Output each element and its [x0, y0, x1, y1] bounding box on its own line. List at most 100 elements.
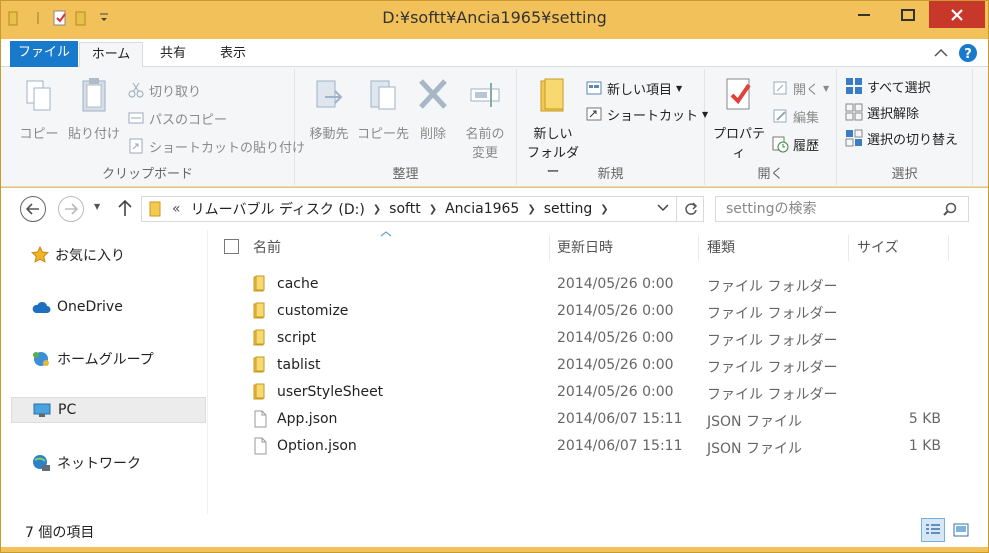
forward-button[interactable] [58, 196, 84, 222]
history-button[interactable]: 履歴 [771, 133, 819, 155]
close-icon [951, 8, 963, 21]
paste-shortcut-label: ショートカットの貼り付け [149, 140, 306, 156]
address-dropdown-button[interactable] [656, 200, 670, 218]
refresh-button[interactable] [676, 197, 704, 221]
nav-onedrive[interactable]: OneDrive [11, 294, 206, 320]
file-date: 2014/06/07 15:11 [557, 438, 683, 454]
folder-row[interactable]: script 2014/05/26 0:00 ファイル フォルダー [247, 326, 967, 353]
address-row: ▼ « リムーバブル ディスク (D:) ❯ softt ❯ Ancia1965… [1, 188, 988, 230]
address-bar[interactable]: « リムーバブル ディスク (D:) ❯ softt ❯ Ancia1965 ❯… [141, 196, 704, 222]
breadcrumb-separator-icon[interactable]: ❯ [597, 204, 611, 215]
select-all-button[interactable]: すべて選択 [845, 75, 931, 97]
nav-label: お気に入り [55, 248, 125, 264]
nav-favorites[interactable]: お気に入り [11, 242, 206, 268]
group-new: 新しい フォルダー 新しい項目 ▼ ショートカット ▼ 新規 [517, 69, 708, 185]
new-item-label: 新しい項目 [607, 82, 673, 98]
up-button[interactable] [117, 199, 133, 220]
tab-home[interactable]: ホーム [79, 42, 143, 69]
copy-label: コピー [19, 127, 59, 142]
arrow-right-icon [65, 203, 78, 215]
open-button[interactable]: 開く ▼ [771, 77, 829, 99]
folder-row[interactable]: cache 2014/05/26 0:00 ファイル フォルダー [247, 272, 967, 299]
breadcrumb-setting[interactable]: setting [539, 201, 598, 217]
large-icons-view-button[interactable] [949, 518, 973, 542]
select-all-label: すべて選択 [867, 80, 931, 96]
paste-button[interactable]: 貼り付け [65, 75, 123, 142]
edit-button[interactable]: 編集 [771, 105, 819, 127]
move-to-button[interactable]: 移動先 [301, 75, 357, 142]
open-icon [773, 81, 787, 95]
search-input[interactable]: settingの検索 [715, 196, 969, 222]
copy-to-button[interactable]: コピー先 [355, 75, 411, 142]
copy-path-button[interactable]: パスのコピー [127, 107, 227, 129]
copy-path-icon [128, 112, 144, 124]
cloud-icon [32, 301, 51, 313]
group-select: すべて選択 選択解除 選択の切り替え 選択 [837, 69, 973, 185]
column-header-name[interactable]: 名前 [247, 235, 550, 261]
breadcrumb-separator-icon[interactable]: ❯ [370, 204, 384, 215]
shortcut-button[interactable]: ショートカット ▼ [585, 103, 708, 125]
back-button[interactable] [20, 196, 46, 222]
chevron-up-icon[interactable] [934, 48, 948, 58]
edit-label: 編集 [793, 110, 820, 126]
breadcrumb-softt[interactable]: softt [384, 201, 426, 217]
cut-button[interactable]: 切り取り [127, 79, 201, 101]
maximize-button[interactable] [887, 1, 929, 28]
folder-row[interactable]: customize 2014/05/26 0:00 ファイル フォルダー [247, 299, 967, 326]
file-name: script [277, 330, 317, 346]
tab-file[interactable]: ファイル [10, 41, 78, 67]
folder-icon [252, 383, 268, 405]
help-icon[interactable]: ? [958, 43, 978, 63]
file-row[interactable]: App.json 2014/06/07 15:11 JSON ファイル 5 KB [247, 407, 967, 434]
select-none-button[interactable]: 選択解除 [845, 101, 919, 123]
column-header-size[interactable]: サイズ [851, 235, 949, 261]
recent-locations-button[interactable]: ▼ [94, 202, 100, 211]
rename-button[interactable]: 名前の 変更 [457, 75, 513, 161]
copy-to-icon [370, 80, 396, 110]
file-name: tablist [277, 357, 321, 373]
breadcrumb-overflow[interactable]: « [164, 201, 186, 217]
nav-label: ネットワーク [57, 456, 141, 472]
details-view-button[interactable] [921, 518, 945, 542]
properties-label: プロパティ [712, 127, 765, 161]
breadcrumb-ancia[interactable]: Ancia1965 [440, 201, 524, 217]
shortcut-icon [586, 107, 602, 121]
file-type: ファイル フォルダー [707, 279, 838, 295]
column-header-type[interactable]: 種類 [701, 235, 849, 261]
group-open: プロパティ 開く ▼ 編集 履歴 開く [705, 69, 837, 185]
file-date: 2014/05/26 0:00 [557, 330, 674, 346]
delete-button[interactable]: 削除 [411, 75, 455, 142]
delete-icon [419, 79, 447, 109]
file-type: JSON ファイル [707, 441, 802, 457]
copy-button[interactable]: コピー [17, 75, 61, 142]
folder-icon [252, 302, 268, 324]
breadcrumb-separator-icon[interactable]: ❯ [426, 204, 440, 215]
new-item-button[interactable]: 新しい項目 ▼ [585, 77, 682, 99]
breadcrumb-drive[interactable]: リムーバブル ディスク (D:) [186, 199, 370, 219]
file-name: cache [277, 276, 319, 292]
history-icon [772, 136, 789, 153]
properties-button[interactable]: プロパティ [707, 75, 771, 161]
nav-pc[interactable]: PC [11, 397, 206, 423]
breadcrumb-separator-icon[interactable]: ❯ [524, 204, 538, 215]
tab-view[interactable]: 表示 [209, 42, 257, 67]
select-all-checkbox[interactable] [224, 239, 239, 254]
folder-row[interactable]: tablist 2014/05/26 0:00 ファイル フォルダー [247, 353, 967, 380]
shortcut-label: ショートカット [607, 108, 699, 124]
nav-homegroup[interactable]: ホームグループ [11, 346, 206, 372]
search-icon[interactable] [943, 202, 957, 216]
file-row[interactable]: Option.json 2014/06/07 15:11 JSON ファイル 1 KB [247, 434, 967, 461]
file-name: App.json [277, 411, 338, 427]
invert-selection-button[interactable]: 選択の切り替え [845, 127, 958, 149]
file-date: 2014/05/26 0:00 [557, 303, 674, 319]
tab-share[interactable]: 共有 [149, 42, 197, 67]
folder-row[interactable]: userStyleSheet 2014/05/26 0:00 ファイル フォルダー [247, 380, 967, 407]
minimize-button[interactable] [849, 1, 879, 28]
file-type: ファイル フォルダー [707, 333, 838, 349]
chevron-down-icon [657, 204, 669, 212]
column-header-date[interactable]: 更新日時 [551, 235, 699, 261]
paste-shortcut-button[interactable]: ショートカットの貼り付け [127, 135, 305, 157]
nav-network[interactable]: ネットワーク [11, 450, 206, 476]
close-button[interactable] [929, 1, 985, 28]
nav-label: PC [58, 402, 77, 418]
